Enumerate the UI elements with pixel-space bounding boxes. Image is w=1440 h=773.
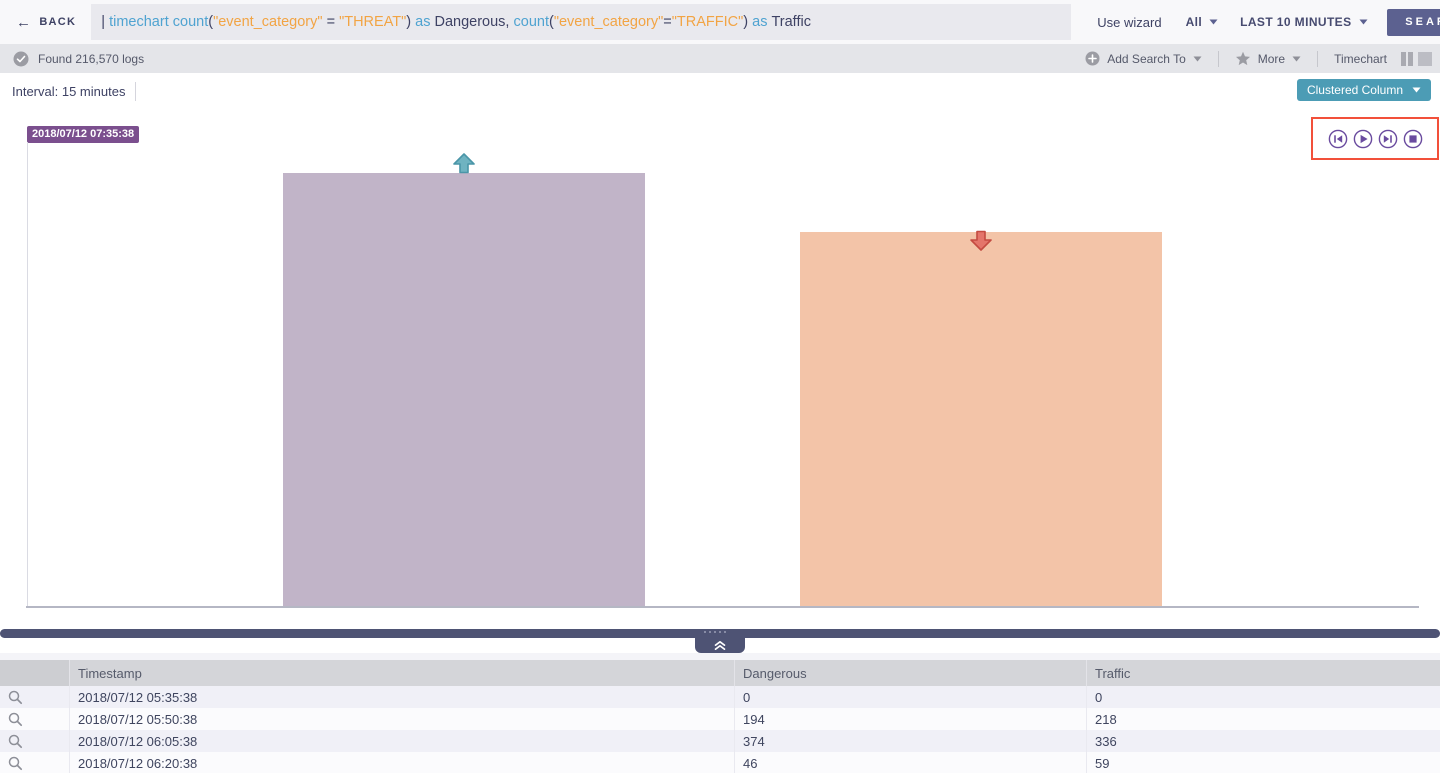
chart-type-label: Clustered Column xyxy=(1307,83,1403,97)
table-row: 2018/07/12 06:20:38 46 59 xyxy=(0,752,1440,773)
chevron-down-icon xyxy=(1292,56,1301,62)
time-range-dropdown[interactable]: LAST 10 MINUTES xyxy=(1240,15,1367,29)
drag-dots-icon xyxy=(704,631,726,633)
more-menu[interactable]: More xyxy=(1235,51,1301,66)
timestamp-cell: 2018/07/12 05:35:38 xyxy=(70,686,735,708)
top-header: ← BACK | timechart count("event_category… xyxy=(0,0,1440,44)
search-icon[interactable] xyxy=(8,734,23,749)
chevron-down-icon xyxy=(1193,56,1202,62)
dangerous-cell: 374 xyxy=(735,730,1087,752)
x-axis-line xyxy=(26,606,1419,608)
spacer xyxy=(0,653,1440,660)
divider xyxy=(135,82,136,101)
row-icon-cell xyxy=(0,708,70,730)
row-icon-cell xyxy=(0,752,70,773)
chart-type-dropdown[interactable]: Clustered Column xyxy=(1297,79,1431,101)
traffic-cell: 218 xyxy=(1087,708,1440,730)
table-view-icon[interactable] xyxy=(1418,52,1432,66)
table-header-timestamp[interactable]: Timestamp xyxy=(70,660,735,686)
table-header-traffic[interactable]: Traffic xyxy=(1087,660,1440,686)
dangerous-cell: 46 xyxy=(735,752,1087,773)
skip-to-end-button[interactable] xyxy=(1378,129,1398,149)
status-bar: Found 216,570 logs Add Search To More T xyxy=(0,44,1440,73)
chevron-down-icon xyxy=(1209,19,1218,25)
time-range-label: LAST 10 MINUTES xyxy=(1240,15,1351,29)
check-circle-icon xyxy=(13,51,29,67)
add-search-to-label: Add Search To xyxy=(1107,52,1186,66)
traffic-cell: 59 xyxy=(1087,752,1440,773)
table-header-dangerous[interactable]: Dangerous xyxy=(735,660,1087,686)
up-arrow-annotation-icon xyxy=(452,153,476,179)
status-bar-tools: Add Search To More Timechart xyxy=(1085,51,1440,67)
back-arrow-icon: ← xyxy=(16,15,32,30)
use-wizard-link[interactable]: Use wizard xyxy=(1097,15,1161,30)
divider xyxy=(1317,51,1318,67)
search-button[interactable]: SEARCH xyxy=(1387,9,1440,36)
chevron-down-icon xyxy=(1412,87,1421,93)
row-icon-cell xyxy=(0,686,70,708)
collapse-table-button[interactable] xyxy=(695,638,745,653)
timestamp-cell: 2018/07/12 05:50:38 xyxy=(70,708,735,730)
search-status: Found 216,570 logs xyxy=(13,51,144,67)
add-search-to-menu[interactable]: Add Search To xyxy=(1085,51,1202,66)
bar-traffic[interactable] xyxy=(800,232,1162,607)
results-table-body: 2018/07/12 05:35:38 0 0 2018/07/12 05:50… xyxy=(0,686,1440,773)
divider xyxy=(1218,51,1219,67)
scope-label: All xyxy=(1186,15,1203,29)
double-chevron-up-icon xyxy=(713,641,727,650)
plot-left-border xyxy=(27,142,28,607)
traffic-cell: 336 xyxy=(1087,730,1440,752)
timestamp-cell: 2018/07/12 06:05:38 xyxy=(70,730,735,752)
row-icon-cell xyxy=(0,730,70,752)
table-header-icon-column xyxy=(0,660,70,686)
scope-dropdown[interactable]: All xyxy=(1186,15,1219,29)
traffic-cell: 0 xyxy=(1087,686,1440,708)
more-label: More xyxy=(1258,52,1285,66)
dangerous-cell: 0 xyxy=(735,686,1087,708)
app-window: ← BACK | timechart count("event_category… xyxy=(0,0,1440,773)
results-table: Timestamp Dangerous Traffic 2018/07/12 0… xyxy=(0,660,1440,773)
view-switcher xyxy=(1401,52,1432,66)
column-chart-view-icon[interactable] xyxy=(1401,52,1413,66)
playback-controls-highlight-box xyxy=(1311,117,1439,160)
table-row: 2018/07/12 06:05:38 374 336 xyxy=(0,730,1440,752)
table-row: 2018/07/12 05:50:38 194 218 xyxy=(0,708,1440,730)
chart-panel: Interval: 15 minutes Clustered Column 20… xyxy=(0,73,1440,629)
table-header-row: Timestamp Dangerous Traffic xyxy=(0,660,1440,686)
star-icon xyxy=(1235,51,1251,66)
view-mode-label: Timechart xyxy=(1334,52,1387,66)
play-button[interactable] xyxy=(1353,129,1373,149)
stop-button[interactable] xyxy=(1403,129,1423,149)
chart-tooltip: 2018/07/12 07:35:38 xyxy=(27,126,139,143)
search-icon[interactable] xyxy=(8,712,23,727)
query-input[interactable]: | timechart count("event_category" = "TH… xyxy=(91,4,1071,40)
search-icon[interactable] xyxy=(8,690,23,705)
interval-label: Interval: 15 minutes xyxy=(12,84,125,99)
table-row: 2018/07/12 05:35:38 0 0 xyxy=(0,686,1440,708)
skip-to-start-button[interactable] xyxy=(1328,129,1348,149)
search-icon[interactable] xyxy=(8,756,23,771)
back-label: BACK xyxy=(39,16,76,28)
down-arrow-annotation-icon xyxy=(969,230,993,256)
found-logs-text: Found 216,570 logs xyxy=(38,52,144,66)
interval-indicator: Interval: 15 minutes xyxy=(12,82,136,101)
timestamp-cell: 2018/07/12 06:20:38 xyxy=(70,752,735,773)
plus-circle-icon xyxy=(1085,51,1100,66)
chevron-down-icon xyxy=(1359,19,1368,25)
back-button[interactable]: ← BACK xyxy=(16,15,76,30)
bar-dangerous[interactable] xyxy=(283,173,645,607)
dangerous-cell: 194 xyxy=(735,708,1087,730)
